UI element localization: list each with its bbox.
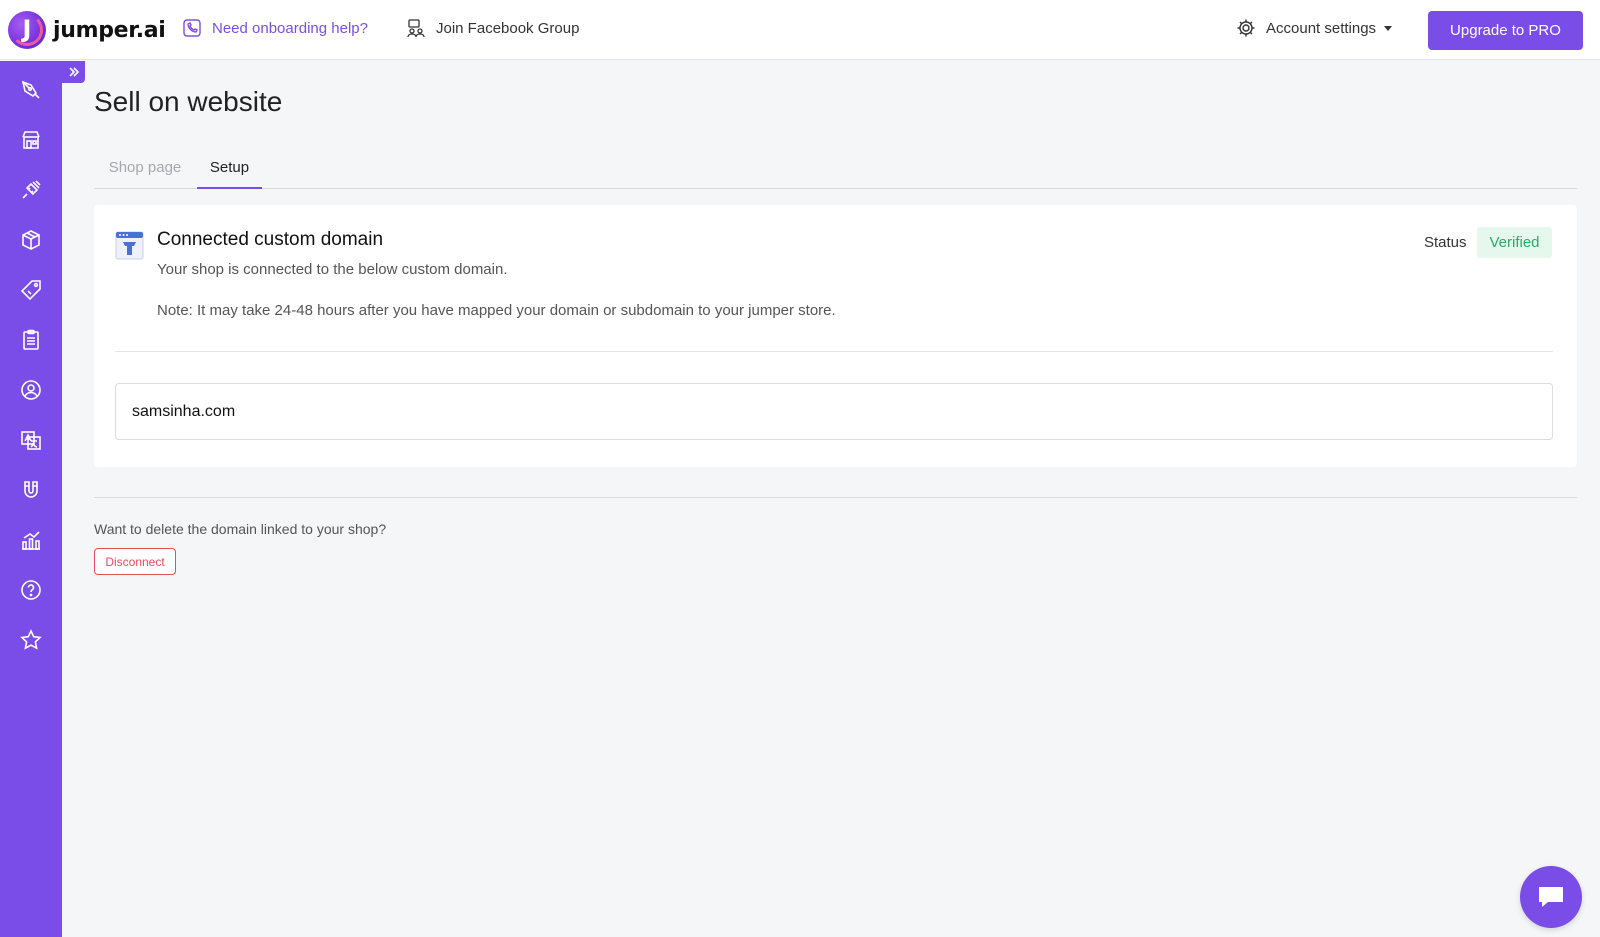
sidebar-item-customers[interactable] xyxy=(14,373,48,407)
sidebar-item-store[interactable] xyxy=(14,123,48,157)
onboarding-help-label: Need onboarding help? xyxy=(212,19,368,37)
sidebar-item-favorites[interactable] xyxy=(14,623,48,657)
sidebar-item-design[interactable] xyxy=(14,73,48,107)
page-title: Sell on website xyxy=(94,86,283,117)
brand-logo[interactable]: J jumper.ai xyxy=(8,11,166,49)
caret-down-icon xyxy=(1384,25,1393,31)
section-divider xyxy=(94,497,1577,498)
plug-icon xyxy=(22,180,41,199)
domain-field[interactable]: samsinha.com xyxy=(115,383,1553,440)
clipboard-list-icon xyxy=(23,329,39,350)
status-label: Status xyxy=(1424,234,1467,251)
sidebar-item-offers[interactable] xyxy=(14,273,48,307)
magnet-icon xyxy=(24,481,38,498)
group-icon xyxy=(407,19,425,38)
facebook-group-label: Join Facebook Group xyxy=(436,19,580,37)
top-bar: J jumper.ai Need onboarding help? Join F… xyxy=(0,0,1600,60)
sidebar-item-help[interactable] xyxy=(14,573,48,607)
sidebar-item-orders[interactable] xyxy=(14,323,48,357)
onboarding-help-link[interactable]: Need onboarding help? xyxy=(182,18,368,38)
gear-icon xyxy=(1237,19,1255,37)
facebook-group-link[interactable]: Join Facebook Group xyxy=(406,18,579,38)
sidebar-item-products[interactable] xyxy=(14,223,48,257)
tab-shop-page[interactable]: Shop page xyxy=(94,150,196,189)
logo-mark: J xyxy=(8,11,46,49)
star-icon xyxy=(20,629,42,650)
translate-icon xyxy=(21,431,41,450)
sidebar-item-magnet[interactable] xyxy=(14,473,48,507)
disconnect-button[interactable]: Disconnect xyxy=(94,548,176,575)
sidebar-expand-toggle[interactable] xyxy=(62,61,85,83)
chat-icon xyxy=(1539,887,1563,907)
sidebar xyxy=(0,61,62,937)
box-icon xyxy=(22,230,40,250)
card-description: Your shop is connected to the below cust… xyxy=(157,261,508,278)
card-title: Connected custom domain xyxy=(157,229,384,250)
chat-widget-button[interactable] xyxy=(1520,866,1582,928)
upgrade-pro-button[interactable]: Upgrade to PRO xyxy=(1428,11,1583,50)
help-icon xyxy=(21,580,41,600)
user-circle-icon xyxy=(21,380,41,400)
account-settings-label: Account settings xyxy=(1266,19,1377,37)
phone-support-icon xyxy=(183,19,201,37)
pen-tool-icon xyxy=(21,80,40,99)
double-chevron-right-icon xyxy=(68,67,79,77)
sidebar-item-analytics[interactable] xyxy=(14,523,48,557)
sidebar-item-integrations[interactable] xyxy=(14,173,48,207)
status-badge: Verified xyxy=(1477,227,1552,258)
web-store-icon xyxy=(115,231,144,260)
tab-bar: Shop page Setup xyxy=(94,150,1577,189)
account-settings-menu[interactable]: Account settings xyxy=(1236,18,1393,38)
custom-domain-card: Connected custom domain Your shop is con… xyxy=(94,205,1577,467)
brand-name: jumper.ai xyxy=(53,17,166,43)
card-note: Note: It may take 24-48 hours after you … xyxy=(157,302,836,319)
delete-domain-prompt: Want to delete the domain linked to your… xyxy=(94,521,387,537)
tab-setup[interactable]: Setup xyxy=(197,150,262,189)
card-divider xyxy=(115,351,1553,352)
store-icon xyxy=(22,131,40,149)
sidebar-item-languages[interactable] xyxy=(14,423,48,457)
analytics-icon xyxy=(22,531,40,550)
tag-icon xyxy=(20,280,41,301)
